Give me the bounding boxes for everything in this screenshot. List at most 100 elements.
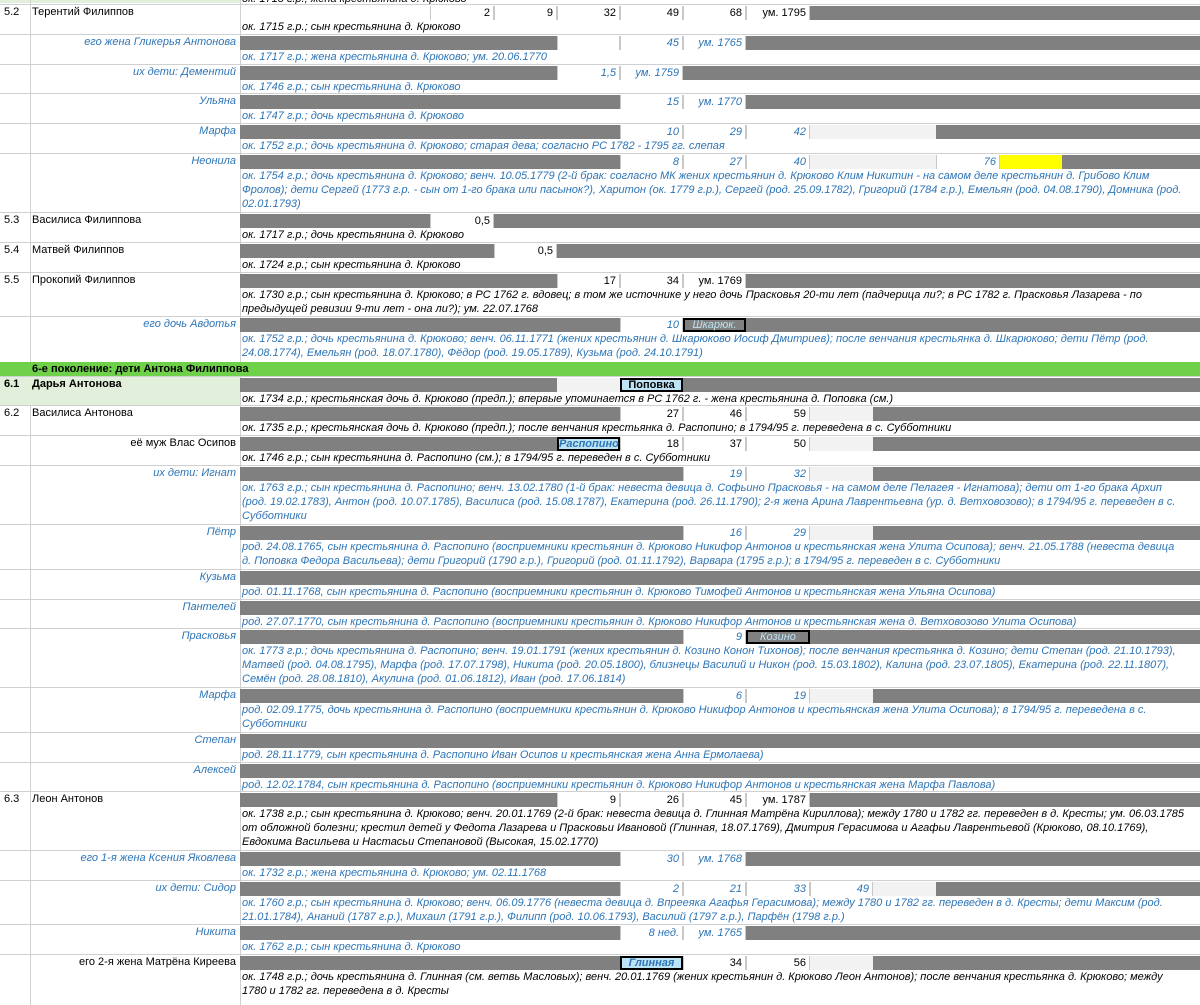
person-description: ок. 1752 г.р.; дочь крестьянина д. Крюко… [242,140,725,152]
timeline-segment: ум. 1765 [683,36,746,50]
timeline-segment [810,437,873,451]
timeline-segment: 50 [746,437,810,451]
person-description: род. 01.11.1768, сын крестьянина д. Расп… [242,586,996,598]
timeline-value: 1,5 [600,67,616,79]
row-separator [0,732,1200,733]
timeline-value: 29 [793,527,806,539]
row-separator [0,954,1200,955]
row-separator [0,316,1200,317]
row-separator [0,123,1200,124]
census-timeline: 45 ум. 1765 [0,36,1200,50]
timeline-value: ум. 1770 [698,96,742,108]
row-separator [0,153,1200,154]
timeline-segment: 27 [683,155,746,169]
timeline-value: 10 [666,319,679,331]
timeline-value: 9 [735,631,742,643]
census-timeline: 1,5 ум. 1759 [0,66,1200,80]
timeline-segment: 17 [557,274,620,288]
timeline-value: ум. 1759 [635,67,679,79]
timeline-segment [746,274,1200,288]
timeline-segment: 40 [746,155,810,169]
timeline-segment [240,36,557,50]
timeline-segment [240,689,683,703]
timeline-value: ум. 1765 [698,37,742,49]
timeline-value: ум. 1769 [698,275,742,287]
census-timeline: 27 46 59 [0,407,1200,421]
timeline-segment [810,155,936,169]
census-timeline: Распопино 18 37 50 [0,437,1200,451]
timeline-segment [240,407,620,421]
census-timeline: 16 29 [0,526,1200,540]
person-description: род. 02.09.1775, дочь крестьянина д. Рас… [242,704,1147,730]
timeline-value: 2 [483,7,490,19]
timeline-segment: 9 [494,6,557,20]
timeline-segment: 1,5 [557,66,620,80]
person-description: ок. 1773 г.р.; дочь крестьянина д. Распо… [242,645,1176,685]
timeline-segment [240,601,1200,615]
census-timeline: 6 19 [0,689,1200,703]
census-timeline: Глинная 34 56 [0,956,1200,970]
timeline-segment: 27 [620,407,683,421]
timeline-segment: 9 [683,630,746,644]
timeline-value: 18 [666,438,679,450]
census-timeline: 17 34 ум. 1769 [0,274,1200,288]
person-description: ок. 1763 г.р.; сын крестьянина д. Распоп… [242,482,1176,522]
timeline-segment: ум. 1787 [746,793,810,807]
timeline-segment: 8 [620,155,683,169]
person-description: род. 28.11.1779, сын крестьянина д. Расп… [242,749,764,761]
timeline-value: ум. 1787 [762,794,806,806]
person-description: ок. 1746 г.р.; сын крестьянина д. Крюков… [242,81,461,93]
person-description: ок. 1724 г.р.; сын крестьянина д. Крюков… [242,259,461,271]
timeline-segment: ум. 1795 [746,6,810,20]
timeline-segment: 49 [620,6,683,20]
person-description: ок. 1735 г.р.; крестьянская дочь д. Крюк… [242,422,952,434]
person-description: род. 24.08.1765, сын крестьянина д. Расп… [242,541,1175,567]
timeline-value: 32 [603,7,616,19]
timeline-value: 19 [729,468,742,480]
person-description: ок. 1748 г.р.; дочь крестьянина д. Глинн… [242,971,1163,997]
census-timeline: 10 Шкарюк. [0,318,1200,332]
row-separator [0,212,1200,213]
row-separator [0,93,1200,94]
timeline-segment: ум. 1769 [683,274,746,288]
timeline-value: 21 [729,883,742,895]
timeline-segment [557,378,620,392]
timeline-segment: 59 [746,407,810,421]
timeline-value: 27 [666,408,679,420]
timeline-value: 8 [672,156,679,168]
person-description: ок. 1715 г.р.; сын крестьянина д. Крюков… [242,21,461,33]
timeline-segment [240,793,557,807]
person-description: ок. 1717 г.р.; дочь крестьянина д. Крюко… [242,229,464,241]
timeline-segment: 49 [810,882,873,896]
row-separator [0,242,1200,243]
timeline-value: 33 [793,883,806,895]
timeline-segment [683,378,1200,392]
timeline-segment [873,467,1200,481]
timeline-segment: 15 [620,95,683,109]
timeline-segment [746,36,1200,50]
timeline-segment: 19 [683,467,746,481]
timeline-segment [810,793,1200,807]
timeline-segment: 2 [620,882,683,896]
census-timeline: 8 нед. ум. 1765 [0,926,1200,940]
timeline-segment [936,882,1200,896]
person-description: ок. 1760 г.р.; сын крестьянина д. Крюков… [242,897,1163,923]
village-label: Распопино [557,437,620,451]
row-separator [0,924,1200,925]
person-description: ок. 1734 г.р.; крестьянская дочь д. Крюк… [242,393,894,405]
timeline-segment: 68 [683,6,746,20]
top-fragment-band [0,0,240,3]
timeline-segment [240,734,1200,748]
timeline-segment [810,630,1200,644]
row-separator [0,762,1200,763]
row-separator [0,599,1200,600]
timeline-value: 49 [666,7,679,19]
timeline-segment: 8 нед. [620,926,683,940]
person-description: ок. 1752 г.р.; дочь крестьянина д. Крюко… [242,333,1149,359]
timeline-value: 19 [793,690,806,702]
timeline-segment [240,437,557,451]
row-separator [0,524,1200,525]
timeline-segment: 29 [746,526,810,540]
row-separator [0,34,1200,35]
timeline-value: 45 [729,794,742,806]
